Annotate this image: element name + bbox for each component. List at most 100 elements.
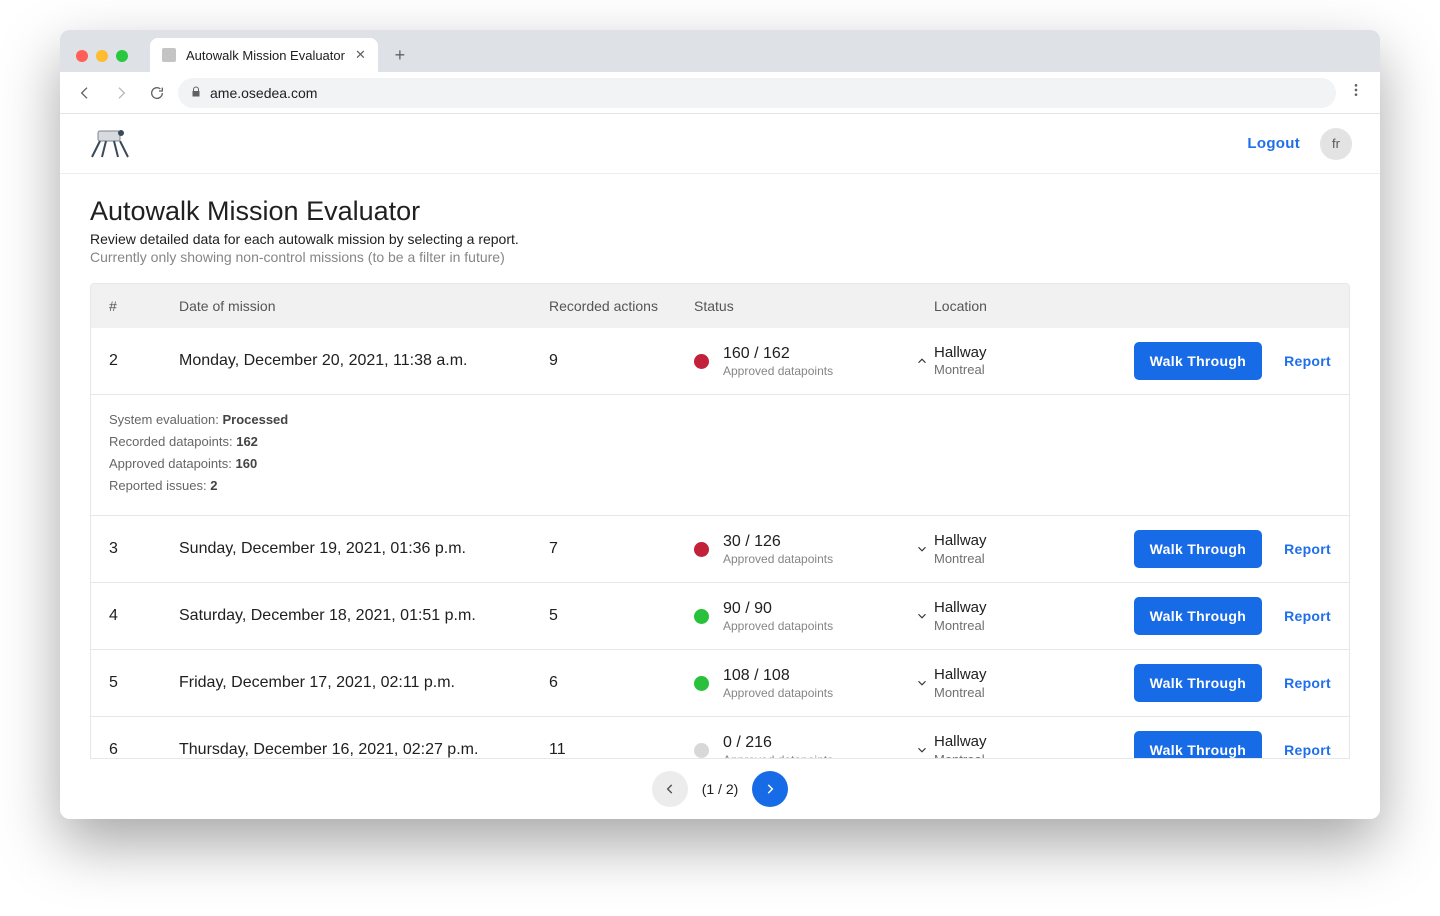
report-link[interactable]: Report [1284, 541, 1331, 557]
tab-title: Autowalk Mission Evaluator [186, 48, 345, 63]
row-recorded-actions: 9 [549, 352, 694, 370]
page-title: Autowalk Mission Evaluator [90, 196, 1350, 227]
row-date: Friday, December 17, 2021, 02:11 p.m. [179, 674, 549, 692]
pagination-next-button[interactable] [752, 771, 788, 807]
row-location: HallwayMontreal [934, 733, 1054, 758]
row-index: 4 [109, 607, 179, 625]
pagination-prev-button[interactable] [652, 771, 688, 807]
table-row[interactable]: 2Monday, December 20, 2021, 11:38 a.m.91… [91, 328, 1349, 394]
row-location-name: Hallway [934, 344, 1054, 363]
nav-reload-button[interactable] [142, 78, 172, 108]
row-status: 0 / 216Approved datapoints [694, 733, 934, 758]
nav-back-button[interactable] [70, 78, 100, 108]
row-index: 3 [109, 540, 179, 558]
row-index: 6 [109, 741, 179, 758]
row-actions: Walk Through Report [1054, 664, 1331, 702]
row-status-ratio: 108 / 108 [723, 666, 833, 686]
row-status-sublabel: Approved datapoints [723, 686, 833, 701]
detail-issues-label: Reported issues: [109, 478, 207, 493]
row-status-sublabel: Approved datapoints [723, 619, 833, 634]
row-recorded-actions: 11 [549, 741, 694, 758]
walk-through-button[interactable]: Walk Through [1134, 664, 1262, 702]
table-header: # Date of mission Recorded actions Statu… [91, 284, 1349, 328]
titlebar: Autowalk Mission Evaluator ✕ + [60, 30, 1380, 72]
row-date: Saturday, December 18, 2021, 01:51 p.m. [179, 607, 549, 625]
detail-approved-label: Approved datapoints: [109, 456, 232, 471]
row-status: 90 / 90Approved datapoints [694, 599, 934, 634]
detail-issues-value: 2 [210, 478, 217, 493]
row-recorded-actions: 7 [549, 540, 694, 558]
walk-through-button[interactable]: Walk Through [1134, 731, 1262, 758]
col-date: Date of mission [179, 298, 549, 314]
new-tab-button[interactable]: + [386, 41, 414, 69]
row-status-sublabel: Approved datapoints [723, 552, 833, 567]
row-status-sublabel: Approved datapoints [723, 364, 833, 379]
col-status: Status [694, 298, 934, 314]
row-status-ratio: 160 / 162 [723, 344, 833, 364]
app-root: Logout fr Autowalk Mission Evaluator Rev… [60, 114, 1380, 819]
row-location: HallwayMontreal [934, 344, 1054, 379]
walk-through-button[interactable]: Walk Through [1134, 530, 1262, 568]
address-bar-text: ame.osedea.com [210, 85, 317, 101]
tab-favicon-icon [162, 48, 176, 62]
row-location: HallwayMontreal [934, 666, 1054, 701]
table-row[interactable]: 4Saturday, December 18, 2021, 01:51 p.m.… [91, 582, 1349, 649]
report-link[interactable]: Report [1284, 608, 1331, 624]
table-body: 2Monday, December 20, 2021, 11:38 a.m.91… [91, 328, 1349, 758]
row-location-city: Montreal [934, 362, 1054, 378]
maximize-window-icon[interactable] [116, 50, 128, 62]
detail-recorded-value: 162 [236, 434, 258, 449]
report-link[interactable]: Report [1284, 675, 1331, 691]
browser-window: Autowalk Mission Evaluator ✕ + ame.osede… [60, 30, 1380, 819]
browser-tab[interactable]: Autowalk Mission Evaluator ✕ [150, 38, 378, 72]
address-bar[interactable]: ame.osedea.com [178, 78, 1336, 108]
row-location: HallwayMontreal [934, 532, 1054, 567]
page-note: Currently only showing non-control missi… [90, 249, 1350, 265]
row-index: 2 [109, 352, 179, 370]
pagination: (1 / 2) [60, 759, 1380, 819]
row-location-city: Montreal [934, 752, 1054, 758]
table-row[interactable]: 6Thursday, December 16, 2021, 02:27 p.m.… [91, 716, 1349, 758]
missions-table: # Date of mission Recorded actions Statu… [90, 283, 1350, 759]
close-window-icon[interactable] [76, 50, 88, 62]
row-status-ratio: 90 / 90 [723, 599, 833, 619]
walk-through-button[interactable]: Walk Through [1134, 597, 1262, 635]
row-expand-toggle[interactable] [910, 537, 934, 561]
row-expand-toggle[interactable] [910, 349, 934, 373]
browser-menu-button[interactable] [1342, 82, 1370, 103]
table-row[interactable]: 3Sunday, December 19, 2021, 01:36 p.m.73… [91, 515, 1349, 582]
status-dot-icon [694, 354, 709, 369]
row-date: Thursday, December 16, 2021, 02:27 p.m. [179, 741, 549, 758]
row-expand-toggle[interactable] [910, 604, 934, 628]
page-subtitle: Review detailed data for each autowalk m… [90, 231, 1350, 247]
logout-link[interactable]: Logout [1247, 135, 1300, 152]
app-header: Logout fr [60, 114, 1380, 174]
row-location: HallwayMontreal [934, 599, 1054, 634]
col-recorded-actions: Recorded actions [549, 298, 694, 314]
table-row[interactable]: 5Friday, December 17, 2021, 02:11 p.m.61… [91, 649, 1349, 716]
row-status: 108 / 108Approved datapoints [694, 666, 934, 701]
row-recorded-actions: 5 [549, 607, 694, 625]
report-link[interactable]: Report [1284, 742, 1331, 758]
status-dot-icon [694, 676, 709, 691]
row-actions: Walk Through Report [1054, 731, 1331, 758]
row-recorded-actions: 6 [549, 674, 694, 692]
row-expand-toggle[interactable] [910, 738, 934, 758]
window-controls [70, 50, 134, 72]
row-expand-toggle[interactable] [910, 671, 934, 695]
minimize-window-icon[interactable] [96, 50, 108, 62]
row-status-ratio: 0 / 216 [723, 733, 833, 753]
status-dot-icon [694, 743, 709, 758]
nav-forward-button[interactable] [106, 78, 136, 108]
page-content: Autowalk Mission Evaluator Review detail… [60, 174, 1380, 759]
avatar[interactable]: fr [1320, 128, 1352, 160]
report-link[interactable]: Report [1284, 353, 1331, 369]
row-date: Sunday, December 19, 2021, 01:36 p.m. [179, 540, 549, 558]
row-actions: Walk Through Report [1054, 530, 1331, 568]
col-location: Location [934, 298, 1054, 314]
walk-through-button[interactable]: Walk Through [1134, 342, 1262, 380]
row-location-name: Hallway [934, 666, 1054, 685]
tab-close-icon[interactable]: ✕ [355, 47, 366, 63]
row-location-name: Hallway [934, 532, 1054, 551]
tab-strip: Autowalk Mission Evaluator ✕ + [134, 38, 1370, 72]
